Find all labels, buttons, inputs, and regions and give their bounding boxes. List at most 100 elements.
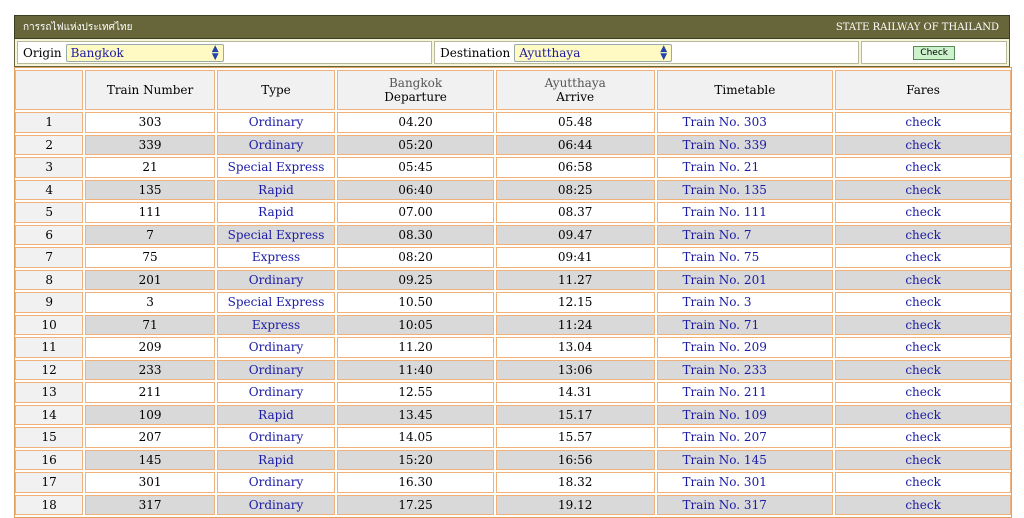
destination-select[interactable]: Ayutthaya ▲ ▼ — [514, 43, 673, 62]
train-number-cell: 211 — [85, 382, 215, 403]
row-index: 12 — [15, 359, 84, 380]
row-index: 15 — [15, 427, 84, 448]
check-button[interactable]: Check — [913, 45, 955, 60]
fare-check-link[interactable]: check — [835, 247, 1011, 268]
arrive-time-cell: 15.57 — [495, 427, 655, 448]
arrive-time-cell: 15.17 — [495, 404, 655, 425]
table-row: 3 21 Special Express 05:45 06:58 Train No. 21… — [15, 157, 1011, 178]
destination-select-value: Ayutthaya — [519, 45, 581, 60]
train-type-link[interactable]: Special Express — [216, 157, 336, 178]
timetable-link[interactable]: Train No. 301 — [656, 472, 834, 493]
row-index: 1 — [15, 112, 84, 133]
timetable-link[interactable]: Train No. 111 — [656, 202, 834, 223]
destination-cell: Destination Ayutthaya ▲ ▼ — [434, 41, 860, 64]
train-type-link[interactable]: Ordinary — [216, 382, 336, 403]
fare-check-link[interactable]: check — [835, 404, 1011, 425]
timetable-link[interactable]: Train No. 21 — [656, 157, 834, 178]
train-type-link[interactable]: Rapid — [216, 449, 336, 470]
timetable-link[interactable]: Train No. 135 — [656, 179, 834, 200]
row-index: 17 — [15, 472, 84, 493]
header-departure: Bangkok Departure — [337, 70, 494, 110]
timetable-link[interactable]: Train No. 339 — [656, 134, 834, 155]
table-row: 9 3 Special Express 10.50 12.15 Train No. 3 ch… — [15, 292, 1011, 313]
fare-check-link[interactable]: check — [835, 134, 1011, 155]
fare-check-link[interactable]: check — [835, 157, 1011, 178]
timetable-link[interactable]: Train No. 3 — [656, 292, 834, 313]
timetable-link[interactable]: Train No. 303 — [656, 112, 834, 133]
row-index: 9 — [15, 292, 84, 313]
fare-check-link[interactable]: check — [835, 179, 1011, 200]
arrive-time-cell: 16:56 — [495, 449, 655, 470]
timetable-link[interactable]: Train No. 109 — [656, 404, 834, 425]
origin-select-value: Bangkok — [70, 45, 124, 60]
train-type-link[interactable]: Special Express — [216, 292, 336, 313]
fare-check-link[interactable]: check — [835, 224, 1011, 245]
fare-check-link[interactable]: check — [835, 472, 1011, 493]
train-number-cell: 111 — [85, 202, 215, 223]
timetable-link[interactable]: Train No. 209 — [656, 337, 834, 358]
train-type-link[interactable]: Express — [216, 314, 336, 335]
fare-check-link[interactable]: check — [835, 314, 1011, 335]
train-number-cell: 233 — [85, 359, 215, 380]
timetable-link[interactable]: Train No. 7 — [656, 224, 834, 245]
row-index: 4 — [15, 179, 84, 200]
departure-time-cell: 07.00 — [337, 202, 494, 223]
fare-check-link[interactable]: check — [835, 427, 1011, 448]
table-row: 5 111 Rapid 07.00 08.37 Train No. 111 check — [15, 202, 1011, 223]
origin-label: Origin — [23, 45, 62, 60]
departure-time-cell: 14.05 — [337, 427, 494, 448]
fare-check-link[interactable]: check — [835, 359, 1011, 380]
row-index: 14 — [15, 404, 84, 425]
departure-time-cell: 08.30 — [337, 224, 494, 245]
arrive-time-cell: 14.31 — [495, 382, 655, 403]
fare-check-link[interactable]: check — [835, 112, 1011, 133]
fare-check-link[interactable]: check — [835, 202, 1011, 223]
table-row: 12 233 Ordinary 11:40 13:06 Train No. 233 chec… — [15, 359, 1011, 380]
header-fares: Fares — [835, 70, 1011, 110]
timetable-link[interactable]: Train No. 145 — [656, 449, 834, 470]
train-number-cell: 303 — [85, 112, 215, 133]
timetable-link[interactable]: Train No. 207 — [656, 427, 834, 448]
header-departure-label: Departure — [384, 90, 447, 104]
banner-english-title: STATE RAILWAY OF THAILAND — [835, 21, 999, 33]
row-index: 2 — [15, 134, 84, 155]
fare-check-link[interactable]: check — [835, 292, 1011, 313]
header-timetable: Timetable — [656, 70, 834, 110]
timetable-link[interactable]: Train No. 201 — [656, 269, 834, 290]
fare-check-link[interactable]: check — [835, 269, 1011, 290]
train-type-link[interactable]: Ordinary — [216, 337, 336, 358]
train-type-link[interactable]: Ordinary — [216, 134, 336, 155]
train-type-link[interactable]: Rapid — [216, 202, 336, 223]
timetable-link[interactable]: Train No. 71 — [656, 314, 834, 335]
timetable-link[interactable]: Train No. 75 — [656, 247, 834, 268]
row-index: 7 — [15, 247, 84, 268]
train-type-link[interactable]: Express — [216, 247, 336, 268]
origin-select[interactable]: Bangkok ▲ ▼ — [65, 43, 224, 62]
train-type-link[interactable]: Ordinary — [216, 112, 336, 133]
table-row: 17 301 Ordinary 16.30 18.32 Train No. 301 chec… — [15, 472, 1011, 493]
departure-time-cell: 12.55 — [337, 382, 494, 403]
destination-label: Destination — [440, 45, 511, 60]
train-type-link[interactable]: Ordinary — [216, 472, 336, 493]
timetable-link[interactable]: Train No. 211 — [656, 382, 834, 403]
fare-check-link[interactable]: check — [835, 382, 1011, 403]
train-type-link[interactable]: Rapid — [216, 179, 336, 200]
train-type-link[interactable]: Ordinary — [216, 269, 336, 290]
train-type-link[interactable]: Ordinary — [216, 427, 336, 448]
table-row: 10 71 Express 10:05 11:24 Train No. 71 check — [15, 314, 1011, 335]
timetable-table: Train Number Type Bangkok Departure Ayut… — [15, 68, 1011, 517]
fare-check-link[interactable]: check — [835, 449, 1011, 470]
row-index: 11 — [15, 337, 84, 358]
arrive-time-cell: 05.48 — [495, 112, 655, 133]
timetable-link[interactable]: Train No. 233 — [656, 359, 834, 380]
departure-time-cell: 11:40 — [337, 359, 494, 380]
table-row: 7 75 Express 08:20 09:41 Train No. 75 check — [15, 247, 1011, 268]
fare-check-link[interactable]: check — [835, 337, 1011, 358]
table-row: 1 303 Ordinary 04.20 05.48 Train No. 303 check — [15, 112, 1011, 133]
train-number-cell: 7 — [85, 224, 215, 245]
arrive-time-cell: 13.04 — [495, 337, 655, 358]
train-type-link[interactable]: Ordinary — [216, 359, 336, 380]
train-type-link[interactable]: Special Express — [216, 224, 336, 245]
departure-time-cell: 16.30 — [337, 472, 494, 493]
train-type-link[interactable]: Rapid — [216, 404, 336, 425]
